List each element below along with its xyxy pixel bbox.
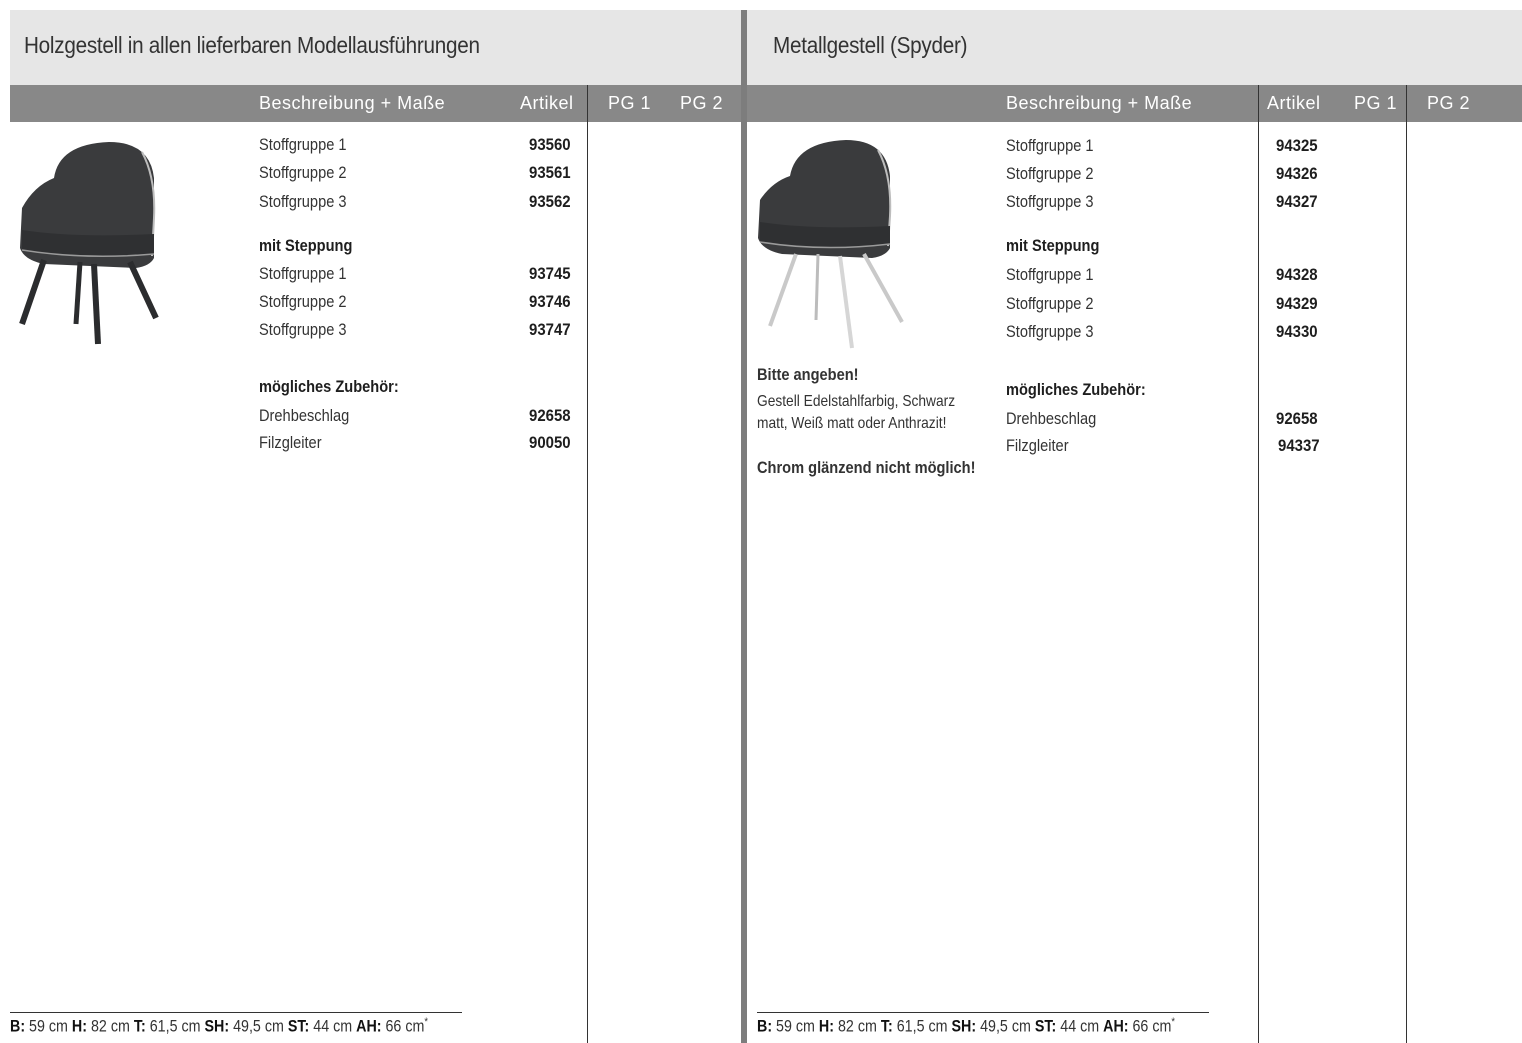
- left-row-label: Filzgleiter: [259, 433, 322, 452]
- dim-value: 61,5 cm: [149, 1016, 201, 1036]
- left-row-label: Stoffgruppe 1: [259, 135, 347, 154]
- right-row-artikel: 94327: [1276, 192, 1318, 211]
- left-row-artikel: 92658: [529, 406, 571, 425]
- col-pg2-header: PG 2: [680, 93, 724, 113]
- left-row-label: Stoffgruppe 2: [259, 292, 347, 311]
- dim-value: 66 cm: [385, 1016, 425, 1036]
- dim-value: 44 cm: [1060, 1016, 1100, 1036]
- right-panel-header: Metallgestell (Spyder): [747, 10, 1522, 85]
- left-row-label: Stoffgruppe 3: [259, 192, 347, 211]
- right-row-label: Stoffgruppe 2: [1006, 164, 1094, 183]
- note-heading: Bitte angeben!: [757, 365, 859, 384]
- dim-label: B:: [757, 1016, 773, 1036]
- left-panel-header: Holzgestell in allen lieferbaren Modella…: [10, 10, 741, 85]
- dim-value: 66 cm: [1132, 1016, 1172, 1036]
- left-panel-title: Holzgestell in allen lieferbaren Modella…: [24, 32, 480, 58]
- right-row-label: Stoffgruppe 1: [1006, 136, 1094, 155]
- right-row-label: Stoffgruppe 3: [1006, 192, 1094, 211]
- dim-label: AH:: [1103, 1016, 1129, 1036]
- right-row-label: Stoffgruppe 2: [1006, 294, 1094, 313]
- right-dimensions: B: 59 cm H: 82 cm T: 61,5 cm SH: 49,5 cm…: [757, 1016, 1175, 1037]
- right-row-artikel: 94326: [1276, 164, 1318, 183]
- right-section-heading: mögliches Zubehör:: [1006, 380, 1146, 399]
- col-desc-header: Beschreibung + Maße: [1006, 93, 1193, 113]
- left-row-artikel: 93560: [529, 135, 571, 154]
- dim-label: ST:: [287, 1016, 310, 1036]
- dim-label: ST:: [1034, 1016, 1057, 1036]
- note-warning: Chrom glänzend nicht möglich!: [757, 458, 976, 477]
- col-artikel-header: Artikel: [520, 93, 574, 113]
- panel-divider: [741, 10, 747, 1043]
- right-section-heading: mit Steppung: [1006, 236, 1100, 255]
- left-row-artikel: 93561: [529, 163, 571, 182]
- right-row-label: Filzgleiter: [1006, 436, 1069, 455]
- left-row-artikel: 93562: [529, 192, 571, 211]
- dim-value: 82 cm: [837, 1016, 877, 1036]
- right-row-artikel: 94329: [1276, 294, 1318, 313]
- dim-label: AH:: [356, 1016, 382, 1036]
- left-row-artikel: 93745: [529, 264, 571, 283]
- dim-label: SH:: [204, 1016, 230, 1036]
- left-dimensions: B: 59 cm H: 82 cm T: 61,5 cm SH: 49,5 cm…: [10, 1016, 428, 1037]
- note-line: matt, Weiß matt oder Anthrazit!: [757, 415, 947, 432]
- dim-label: H:: [71, 1016, 88, 1036]
- left-row-artikel: 93746: [529, 292, 571, 311]
- left-section-heading: mit Steppung: [259, 236, 353, 255]
- chair-metal-image: [758, 140, 904, 349]
- left-row-label: Stoffgruppe 2: [259, 163, 347, 182]
- right-row-label: Stoffgruppe 3: [1006, 322, 1094, 341]
- dim-label: SH:: [951, 1016, 977, 1036]
- dim-value: 49,5 cm: [233, 1016, 284, 1036]
- dim-label: B:: [10, 1016, 26, 1036]
- dim-label: T:: [133, 1016, 146, 1036]
- dim-label: T:: [880, 1016, 893, 1036]
- right-row-label: Stoffgruppe 1: [1006, 265, 1094, 284]
- dim-label: H:: [818, 1016, 835, 1036]
- col-pg2-header: PG 2: [1427, 93, 1471, 113]
- dim-value: 59 cm: [776, 1016, 815, 1036]
- left-row-label: Drehbeschlag: [259, 406, 350, 425]
- column-divider: [1406, 85, 1407, 1043]
- note-line: Gestell Edelstahlfarbig, Schwarz: [757, 393, 956, 410]
- dimensions-rule: [757, 1012, 1209, 1013]
- dim-value: 82 cm: [90, 1016, 130, 1036]
- column-divider: [587, 85, 588, 1043]
- dim-footnote-mark: *: [424, 1016, 428, 1028]
- left-column-header: Beschreibung + Maße Artikel PG 1 PG 2: [10, 85, 741, 122]
- right-row-artikel: 94328: [1276, 265, 1318, 284]
- left-row-label: Stoffgruppe 3: [259, 320, 347, 339]
- dim-value: 49,5 cm: [980, 1016, 1031, 1036]
- right-row-artikel: 94330: [1276, 322, 1318, 341]
- chair-wood-image: [19, 142, 159, 345]
- dim-footnote-mark: *: [1171, 1016, 1175, 1028]
- dim-value: 61,5 cm: [896, 1016, 948, 1036]
- col-artikel-header: Artikel: [1267, 93, 1321, 113]
- left-row-artikel: 90050: [529, 433, 571, 452]
- col-pg1-header: PG 1: [608, 93, 652, 113]
- left-section-heading: mögliches Zubehör:: [259, 377, 399, 396]
- col-desc-header: Beschreibung + Maße: [259, 93, 446, 113]
- dim-value: 44 cm: [313, 1016, 353, 1036]
- left-row-label: Stoffgruppe 1: [259, 264, 347, 283]
- dimensions-rule: [10, 1012, 462, 1013]
- right-row-artikel: 94337: [1278, 436, 1320, 455]
- right-row-label: Drehbeschlag: [1006, 409, 1097, 428]
- dim-value: 59 cm: [29, 1016, 68, 1036]
- right-row-artikel: 94325: [1276, 136, 1318, 155]
- column-divider: [1258, 85, 1259, 1043]
- left-row-artikel: 93747: [529, 320, 571, 339]
- col-pg1-header: PG 1: [1354, 93, 1398, 113]
- right-panel-title: Metallgestell (Spyder): [773, 32, 968, 58]
- right-row-artikel: 92658: [1276, 409, 1318, 428]
